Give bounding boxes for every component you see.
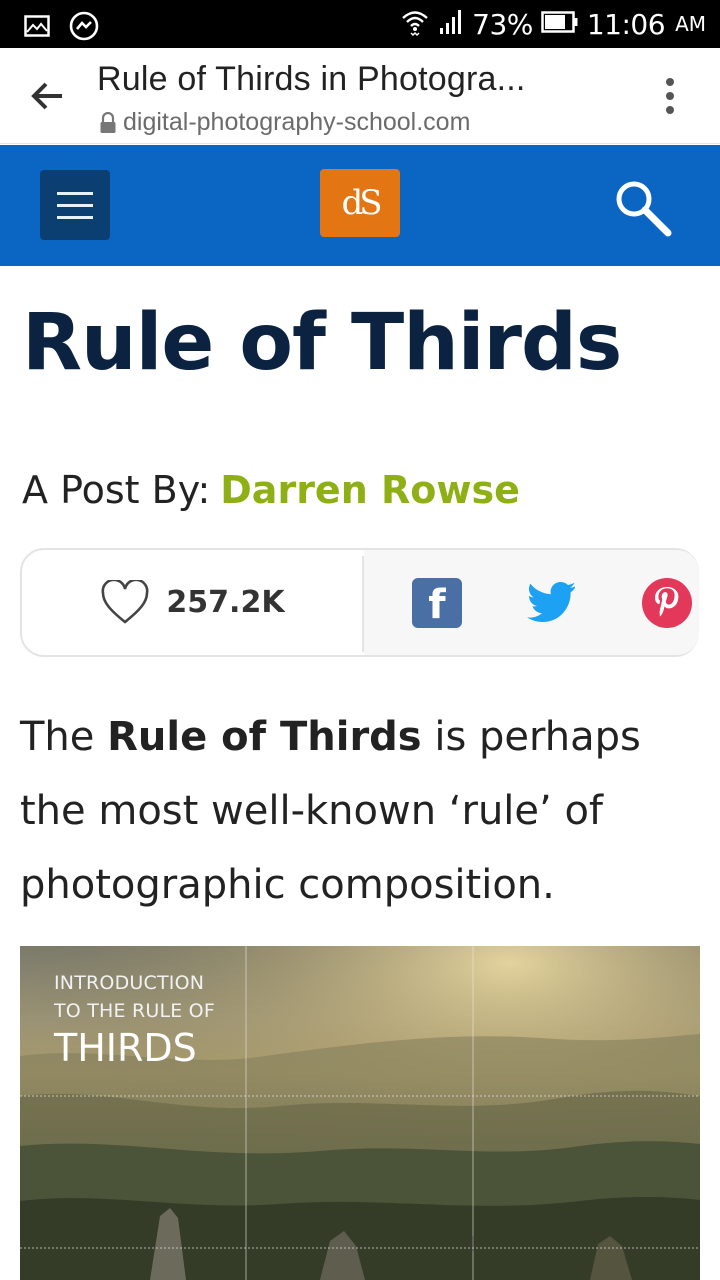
signal-icon [438, 8, 464, 41]
gallery-notification-icon [24, 14, 50, 43]
social-share-group: f [364, 550, 699, 655]
browser-url[interactable]: digital-photography-school.com [99, 108, 470, 137]
search-icon [616, 181, 672, 237]
author-link[interactable]: Darren Rowse [220, 468, 520, 512]
search-button[interactable] [610, 175, 674, 239]
hero-image: INTRODUCTION TO THE RULE OF THIRDS [20, 946, 700, 1280]
article-intro: The Rule of Thirds is perhaps the most w… [20, 700, 710, 922]
intro-bold: Rule of Thirds [107, 714, 422, 760]
hamburger-line [57, 192, 93, 195]
wifi-icon [400, 7, 430, 42]
browser-page-title: Rule of Thirds in Photogra... [97, 60, 526, 98]
messenger-notification-icon [68, 10, 100, 47]
battery-percent: 73% [472, 7, 533, 41]
facebook-share-button[interactable]: f [412, 578, 462, 628]
clock-time: 11:06 [586, 7, 666, 41]
battery-icon [541, 10, 579, 39]
hamburger-line [57, 204, 93, 207]
hero-landscape [20, 946, 700, 1280]
status-bar: 73% 11:06 AM [0, 0, 720, 48]
hamburger-menu-button[interactable] [40, 170, 110, 240]
arrow-left-icon [31, 82, 62, 110]
hamburger-line [57, 216, 93, 219]
like-button[interactable]: 257.2K [22, 550, 363, 655]
twitter-icon [527, 582, 576, 622]
back-button[interactable] [28, 76, 68, 116]
lock-icon [100, 111, 116, 133]
hero-caption-line1: INTRODUCTION [54, 972, 205, 994]
like-count: 257.2K [166, 585, 285, 620]
site-header: dS [0, 145, 720, 266]
byline: A Post By: Darren Rowse [22, 468, 520, 512]
twitter-share-button[interactable] [527, 580, 576, 624]
intro-pre: The [20, 714, 95, 760]
article-title: Rule of Thirds [22, 298, 622, 388]
pinterest-icon [655, 587, 679, 617]
site-logo[interactable]: dS [320, 169, 400, 237]
hero-caption-title: THIRDS [54, 1026, 197, 1070]
heart-icon [101, 579, 149, 624]
browser-toolbar: Rule of Thirds in Photogra... digital-ph… [0, 48, 720, 144]
pinterest-share-button[interactable] [642, 578, 692, 628]
more-vertical-icon [666, 78, 674, 114]
url-text: digital-photography-school.com [123, 108, 471, 136]
hero-caption-line2: TO THE RULE OF [54, 1000, 215, 1022]
byline-prefix: A Post By: [22, 468, 211, 512]
facebook-icon: f [428, 582, 446, 628]
share-bar: 257.2K f [20, 548, 699, 657]
browser-menu-button[interactable] [660, 76, 680, 116]
clock-ampm: AM [675, 12, 706, 36]
